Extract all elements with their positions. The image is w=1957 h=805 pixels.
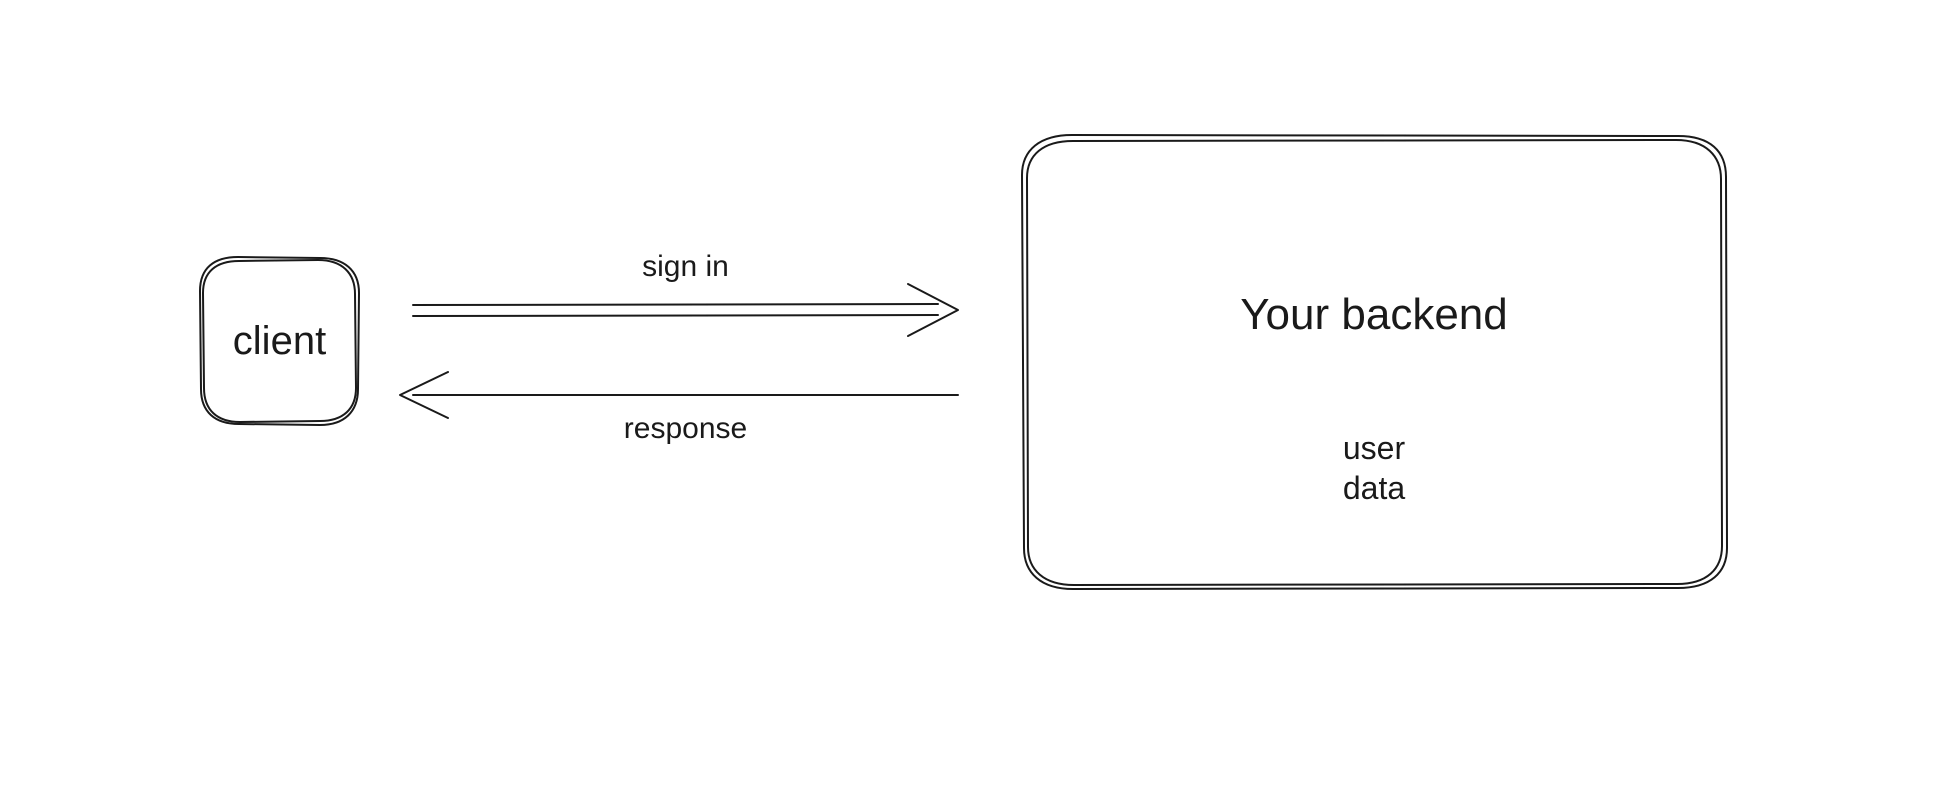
backend-data-line1: user: [1022, 430, 1726, 467]
backend-title: Your backend: [1022, 290, 1726, 341]
diagram-canvas: client sign in response Your backend use…: [0, 0, 1957, 805]
client-label: client: [200, 318, 359, 364]
arrow-top-label: sign in: [413, 250, 958, 285]
arrow-sign-in: [413, 284, 958, 336]
arrow-bottom-label: response: [413, 412, 958, 447]
backend-data-line2: data: [1022, 470, 1726, 507]
sketch-svg: [0, 0, 1957, 805]
backend-box: [1022, 135, 1727, 589]
